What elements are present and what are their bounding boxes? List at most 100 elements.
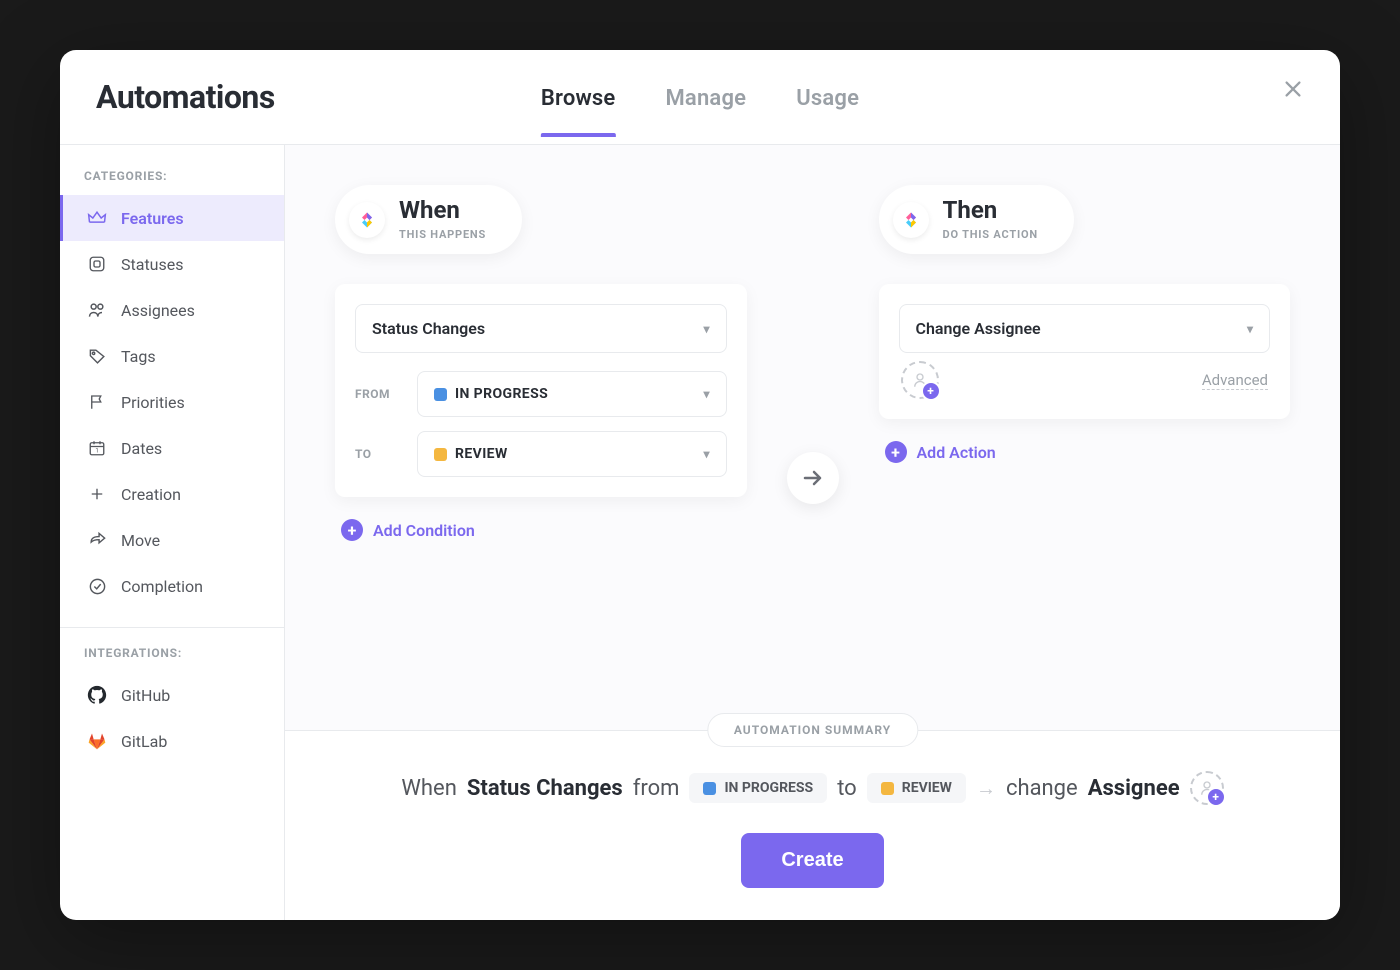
then-card: Change Assignee ▾ + Advanced <box>879 284 1291 419</box>
sidebar-divider <box>60 627 284 628</box>
sidebar-item-completion[interactable]: Completion <box>60 563 284 609</box>
gitlab-icon <box>87 731 107 751</box>
arrow-right-icon: → <box>976 776 996 801</box>
integrations-heading: INTEGRATIONS: <box>60 646 284 672</box>
add-action-label: Add Action <box>917 443 996 462</box>
sidebar-item-label: Assignees <box>121 301 195 320</box>
summary-from-word: from <box>633 776 680 801</box>
to-status-select[interactable]: REVIEW ▾ <box>417 431 727 477</box>
then-pill: Then DO THIS ACTION <box>879 185 1074 254</box>
status-color-swatch <box>703 782 716 795</box>
summary-to-word: to <box>837 776 857 801</box>
when-title: When <box>399 197 486 223</box>
summary-trigger: Status Changes <box>467 776 623 801</box>
check-circle-icon <box>87 576 107 596</box>
summary-assignee-placeholder[interactable]: + <box>1190 771 1224 805</box>
sidebar-item-label: Statuses <box>121 255 184 274</box>
then-subtitle: DO THIS ACTION <box>943 228 1038 241</box>
close-icon[interactable] <box>1282 78 1304 100</box>
main-panel: When THIS HAPPENS Status Changes ▾ FROM <box>285 145 1340 920</box>
calendar-icon: 1 <box>87 438 107 458</box>
people-icon <box>87 300 107 320</box>
sidebar-item-label: Priorities <box>121 393 185 412</box>
sidebar-item-dates[interactable]: 1 Dates <box>60 425 284 471</box>
square-icon <box>87 254 107 274</box>
share-arrow-icon <box>87 530 107 550</box>
automation-builder: When THIS HAPPENS Status Changes ▾ FROM <box>285 145 1340 730</box>
tab-browse[interactable]: Browse <box>541 86 616 137</box>
from-status-value: IN PROGRESS <box>455 386 548 402</box>
add-assignee-button[interactable]: + <box>901 361 939 399</box>
sidebar-item-label: Dates <box>121 439 162 458</box>
modal-header: Automations Browse Manage Usage <box>60 50 1340 145</box>
sidebar-item-github[interactable]: GitHub <box>60 672 284 718</box>
action-select[interactable]: Change Assignee ▾ <box>899 304 1271 353</box>
action-value: Change Assignee <box>916 319 1041 338</box>
plus-circle-icon: + <box>885 441 907 463</box>
tag-icon <box>87 346 107 366</box>
then-title: Then <box>943 197 1038 223</box>
sidebar-item-gitlab[interactable]: GitLab <box>60 718 284 764</box>
to-label: TO <box>355 447 403 461</box>
sidebar-item-assignees[interactable]: Assignees <box>60 287 284 333</box>
plus-badge-icon: + <box>1206 787 1226 807</box>
header-tabs: Browse Manage Usage <box>541 86 859 137</box>
categories-heading: CATEGORIES: <box>60 169 284 195</box>
sidebar-item-tags[interactable]: Tags <box>60 333 284 379</box>
status-color-swatch <box>881 782 894 795</box>
sidebar-item-label: Tags <box>121 347 156 366</box>
sidebar-item-label: Move <box>121 531 160 550</box>
summary-sentence: When Status Changes from IN PROGRESS to … <box>325 771 1300 805</box>
sidebar-item-move[interactable]: Move <box>60 517 284 563</box>
sidebar-item-statuses[interactable]: Statuses <box>60 241 284 287</box>
sidebar: CATEGORIES: Features Statuses Assignees … <box>60 145 285 920</box>
add-condition-label: Add Condition <box>373 521 475 540</box>
sidebar-item-priorities[interactable]: Priorities <box>60 379 284 425</box>
summary-assignee-word: Assignee <box>1088 776 1180 801</box>
sidebar-item-label: Completion <box>121 577 203 596</box>
when-card: Status Changes ▾ FROM IN PROGRESS <box>335 284 747 497</box>
plus-square-icon <box>87 484 107 504</box>
automations-modal: Automations Browse Manage Usage CATEGORI… <box>60 50 1340 920</box>
plus-badge-icon: + <box>921 381 941 401</box>
when-column: When THIS HAPPENS Status Changes ▾ FROM <box>335 185 747 541</box>
trigger-value: Status Changes <box>372 319 485 338</box>
sidebar-item-features[interactable]: Features <box>60 195 284 241</box>
plus-circle-icon: + <box>341 519 363 541</box>
add-condition-button[interactable]: + Add Condition <box>335 519 475 541</box>
chevron-down-icon: ▾ <box>1247 322 1253 336</box>
sidebar-item-label: GitLab <box>121 732 167 751</box>
advanced-link[interactable]: Advanced <box>1202 371 1268 390</box>
automation-summary: AUTOMATION SUMMARY When Status Changes f… <box>285 730 1340 920</box>
svg-text:1: 1 <box>95 448 98 455</box>
chevron-down-icon: ▾ <box>703 322 709 336</box>
flag-icon <box>87 392 107 412</box>
sidebar-item-label: Creation <box>121 485 181 504</box>
create-button[interactable]: Create <box>741 833 883 888</box>
sidebar-item-label: Features <box>121 209 184 228</box>
from-label: FROM <box>355 387 403 401</box>
sidebar-item-creation[interactable]: Creation <box>60 471 284 517</box>
tab-usage[interactable]: Usage <box>796 86 859 137</box>
summary-from-chip: IN PROGRESS <box>689 773 827 803</box>
summary-change-word: change <box>1006 776 1078 801</box>
to-status-value: REVIEW <box>455 446 508 462</box>
summary-to-chip: REVIEW <box>867 773 966 803</box>
then-column: Then DO THIS ACTION Change Assignee ▾ <box>879 185 1291 463</box>
add-action-button[interactable]: + Add Action <box>879 441 996 463</box>
when-subtitle: THIS HAPPENS <box>399 228 486 241</box>
github-icon <box>87 685 107 705</box>
tab-manage[interactable]: Manage <box>665 86 746 137</box>
modal-title: Automations <box>96 78 275 116</box>
trigger-select[interactable]: Status Changes ▾ <box>355 304 727 353</box>
when-pill: When THIS HAPPENS <box>335 185 522 254</box>
summary-when-word: When <box>401 776 456 801</box>
chevron-down-icon: ▾ <box>703 447 709 461</box>
arrow-connector <box>787 452 839 504</box>
clickup-logo-icon <box>349 202 385 238</box>
sidebar-item-label: GitHub <box>121 686 170 705</box>
from-status-select[interactable]: IN PROGRESS ▾ <box>417 371 727 417</box>
status-color-swatch <box>434 448 447 461</box>
summary-badge: AUTOMATION SUMMARY <box>707 713 918 747</box>
chevron-down-icon: ▾ <box>703 387 709 401</box>
